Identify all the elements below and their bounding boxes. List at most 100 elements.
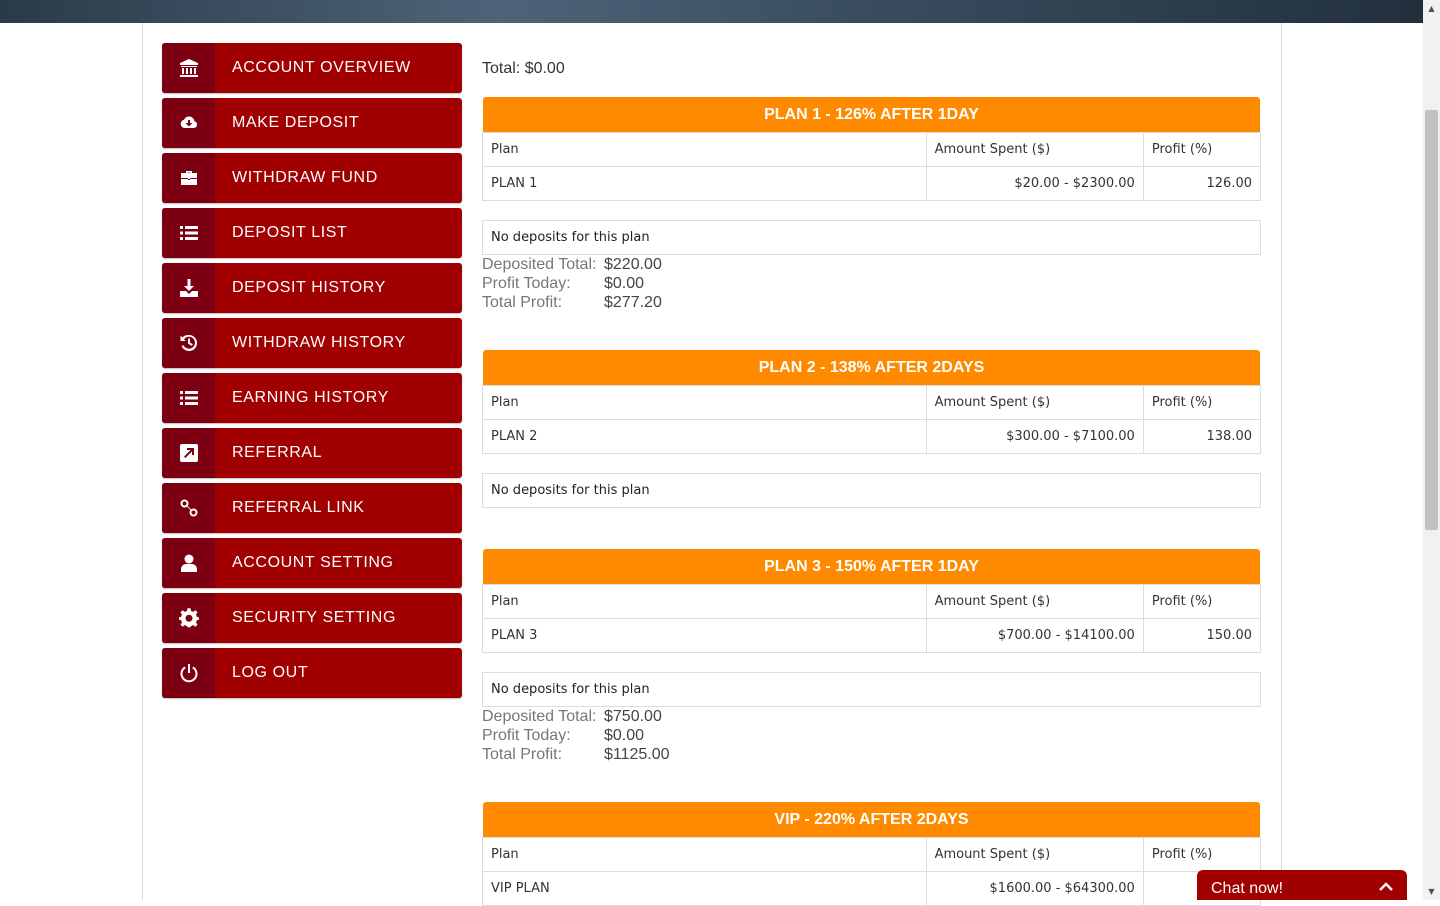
chat-now-widget[interactable]: Chat now!	[1197, 870, 1407, 900]
history-icon	[162, 318, 215, 368]
total-profit-value: $277.20	[604, 294, 662, 311]
sidebar-item-account-setting[interactable]: ACCOUNT SETTING	[162, 538, 462, 588]
column-header-amount: Amount Spent ($)	[925, 584, 1144, 619]
column-header-plan: Plan	[482, 584, 927, 619]
sidebar-item-label: ACCOUNT SETTING	[232, 554, 394, 571]
sidebar-item-referral[interactable]: REFERRAL	[162, 428, 462, 478]
power-icon	[162, 648, 215, 698]
no-deposits-message: No deposits for this plan	[482, 473, 1261, 508]
plan-title: VIP - 220% AFTER 2DAYS	[483, 802, 1260, 837]
plan-table: Plan Amount Spent ($) Profit (%) VIP PLA…	[482, 837, 1262, 906]
content-border-right	[1281, 23, 1282, 900]
plan-name: PLAN 3	[482, 618, 927, 653]
sidebar-item-label: ACCOUNT OVERVIEW	[232, 59, 411, 76]
plan-card: PLAN 2 - 138% AFTER 2DAYS Plan Amount Sp…	[482, 350, 1262, 508]
sidebar-item-label: DEPOSIT LIST	[232, 224, 348, 241]
sidebar-item-deposit-list[interactable]: DEPOSIT LIST	[162, 208, 462, 258]
sidebar-item-label: REFERRAL	[232, 444, 323, 461]
list-icon	[162, 208, 215, 258]
column-header-profit: Profit (%)	[1142, 385, 1262, 420]
plan-profit: 138.00	[1142, 419, 1262, 454]
table-header-row: Plan Amount Spent ($) Profit (%)	[482, 385, 1262, 420]
cloud-download-icon	[162, 98, 215, 148]
plan-title: PLAN 1 - 126% AFTER 1DAY	[483, 97, 1260, 132]
sidebar-item-earning-history[interactable]: EARNING HISTORY	[162, 373, 462, 423]
plan-card: PLAN 1 - 126% AFTER 1DAY Plan Amount Spe…	[482, 97, 1262, 312]
plan-amount-range: $20.00 - $2300.00	[925, 166, 1144, 201]
plan-card: VIP - 220% AFTER 2DAYS Plan Amount Spent…	[482, 802, 1262, 906]
sidebar-item-label: EARNING HISTORY	[232, 389, 389, 406]
scrollbar-thumb[interactable]	[1425, 110, 1438, 530]
plan-name: VIP PLAN	[482, 871, 927, 906]
sidebar-item-label: MAKE DEPOSIT	[232, 114, 360, 131]
table-header-row: Plan Amount Spent ($) Profit (%)	[482, 584, 1262, 619]
gear-icon	[162, 593, 215, 643]
list-icon	[162, 373, 215, 423]
plan-stats: Deposited Total: $220.00 Profit Today: $0.…	[482, 255, 1261, 312]
profit-today-label: Profit Today:	[482, 275, 571, 292]
main-content: Total: $0.00 PLAN 1 - 126% AFTER 1DAY Pl…	[482, 60, 1262, 906]
sidebar-item-label: WITHDRAW HISTORY	[232, 334, 406, 351]
column-header-profit: Profit (%)	[1142, 132, 1262, 167]
content-border-left	[142, 23, 143, 900]
chevron-up-icon[interactable]	[1377, 878, 1395, 896]
table-row: PLAN 1 $20.00 - $2300.00 126.00	[482, 166, 1262, 201]
user-icon	[162, 538, 215, 588]
total-profit-value: $1125.00	[604, 746, 670, 763]
plan-profit: 150.00	[1142, 618, 1262, 653]
deposited-total-value: $750.00	[604, 708, 662, 725]
no-deposits-message: No deposits for this plan	[482, 220, 1261, 255]
table-row: PLAN 2 $300.00 - $7100.00 138.00	[482, 419, 1262, 454]
plan-amount-range: $1600.00 - $64300.00	[925, 871, 1144, 906]
column-header-plan: Plan	[482, 837, 927, 872]
table-header-row: Plan Amount Spent ($) Profit (%)	[482, 837, 1262, 872]
sidebar-item-withdraw-fund[interactable]: WITHDRAW FUND	[162, 153, 462, 203]
briefcase-icon	[162, 153, 215, 203]
sidebar-item-referral-link[interactable]: REFERRAL LINK	[162, 483, 462, 533]
deposited-total-label: Deposited Total:	[482, 256, 597, 273]
no-deposits-message: No deposits for this plan	[482, 672, 1261, 707]
sidebar-item-label: DEPOSIT HISTORY	[232, 279, 386, 296]
column-header-plan: Plan	[482, 132, 927, 167]
plan-title: PLAN 2 - 138% AFTER 2DAYS	[483, 350, 1260, 385]
account-total: Total: $0.00	[482, 60, 565, 77]
table-row: VIP PLAN $1600.00 - $64300.00	[482, 871, 1262, 906]
chat-now-label: Chat now!	[1211, 880, 1284, 897]
plan-title: PLAN 3 - 150% AFTER 1DAY	[483, 549, 1260, 584]
link-icon	[162, 483, 215, 533]
total-profit-label: Total Profit:	[482, 294, 563, 311]
scroll-up-arrow-icon[interactable]: ▲	[1423, 0, 1440, 17]
column-header-profit: Profit (%)	[1142, 837, 1262, 872]
plan-card: PLAN 3 - 150% AFTER 1DAY Plan Amount Spe…	[482, 549, 1262, 764]
sidebar-item-withdraw-history[interactable]: WITHDRAW HISTORY	[162, 318, 462, 368]
plan-name: PLAN 2	[482, 419, 927, 454]
vertical-scrollbar[interactable]: ▲ ▼	[1423, 0, 1440, 900]
sidebar-item-security-setting[interactable]: SECURITY SETTING	[162, 593, 462, 643]
column-header-amount: Amount Spent ($)	[925, 132, 1144, 167]
download-icon	[162, 263, 215, 313]
plan-amount-range: $700.00 - $14100.00	[925, 618, 1144, 653]
bank-icon	[162, 43, 215, 93]
sidebar-item-deposit-history[interactable]: DEPOSIT HISTORY	[162, 263, 462, 313]
deposited-total-value: $220.00	[604, 256, 662, 273]
column-header-amount: Amount Spent ($)	[925, 385, 1144, 420]
sidebar-item-log-out[interactable]: LOG OUT	[162, 648, 462, 698]
sidebar-item-label: SECURITY SETTING	[232, 609, 396, 626]
sidebar-item-account-overview[interactable]: ACCOUNT OVERVIEW	[162, 43, 462, 93]
sidebar-item-label: LOG OUT	[232, 664, 309, 681]
sidebar-item-make-deposit[interactable]: MAKE DEPOSIT	[162, 98, 462, 148]
scroll-down-arrow-icon[interactable]: ▼	[1423, 883, 1440, 900]
column-header-plan: Plan	[482, 385, 927, 420]
profit-today-label: Profit Today:	[482, 727, 571, 744]
sidebar-item-label: REFERRAL LINK	[232, 499, 365, 516]
plan-stats: Deposited Total: $750.00 Profit Today: $0.…	[482, 707, 1261, 764]
header-banner	[0, 0, 1423, 23]
plan-name: PLAN 1	[482, 166, 927, 201]
plan-profit: 126.00	[1142, 166, 1262, 201]
profit-today-value: $0.00	[604, 727, 645, 744]
table-row: PLAN 3 $700.00 - $14100.00 150.00	[482, 618, 1262, 653]
sidebar-nav: ACCOUNT OVERVIEW MAKE DEPOSIT WITHDRAW F…	[162, 43, 462, 703]
profit-today-value: $0.00	[604, 275, 645, 292]
plan-table: Plan Amount Spent ($) Profit (%) PLAN 2 …	[482, 385, 1262, 454]
deposited-total-label: Deposited Total:	[482, 708, 597, 725]
